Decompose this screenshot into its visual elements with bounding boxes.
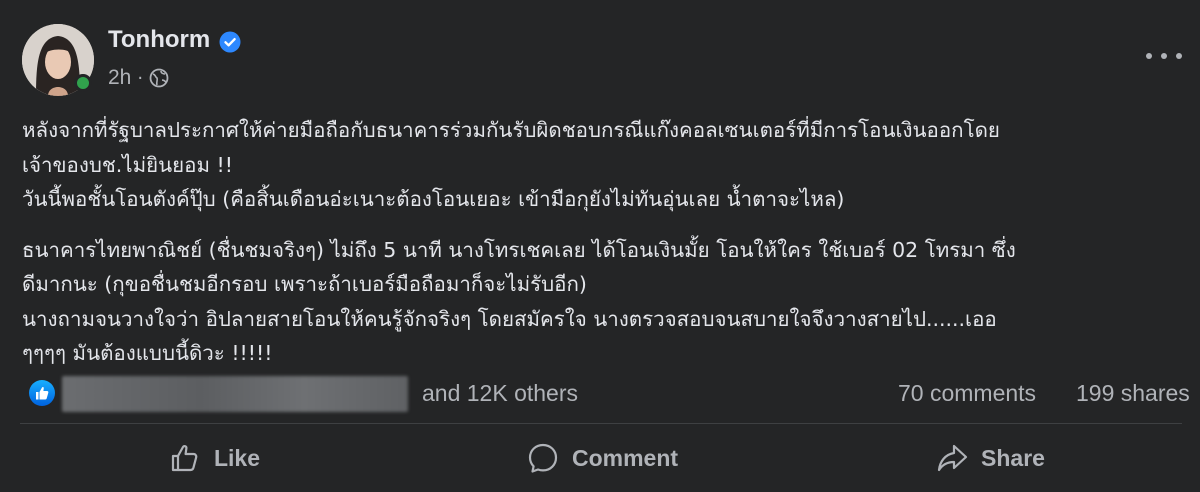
shares-count[interactable]: 199 shares xyxy=(1076,380,1190,407)
divider xyxy=(20,423,1182,424)
comments-count[interactable]: 70 comments xyxy=(898,380,1036,407)
share-label: Share xyxy=(981,444,1045,471)
comment-icon xyxy=(528,443,558,473)
post-text-line: นางถามจนวางใจว่า อิปลายสายโอนให้คนรู้จัก… xyxy=(22,306,997,331)
share-button[interactable]: Share xyxy=(796,432,1184,484)
blurred-reactor-names xyxy=(62,376,408,412)
comment-label: Comment xyxy=(571,444,679,471)
post-text-line: วันนี้พอชั้นโอนตังค์ปุ๊บ (คือสิ้นเดือนอ่… xyxy=(22,187,845,211)
verified-badge-icon xyxy=(219,31,241,53)
globe-icon[interactable] xyxy=(149,68,169,88)
post-meta: 2h · xyxy=(108,66,169,90)
like-reaction-icon[interactable] xyxy=(28,379,56,407)
reaction-count[interactable]: and 12K others xyxy=(422,380,578,407)
like-label: Like xyxy=(213,444,261,471)
like-button[interactable]: Like xyxy=(20,432,408,484)
post-text-line: ธนาคารไทยพาณิชย์ (ชื่นชมจริงๆ) ไม่ถึง 5 … xyxy=(22,237,1016,262)
author-name[interactable]: Tonhorm xyxy=(108,26,210,54)
post-text-line: เจ้าของบช.ไม่ยินยอม !! xyxy=(22,152,233,177)
meta-separator: · xyxy=(137,67,144,89)
post-body: หลังจากที่รัฐบาลประกาศให้ค่ายมือถือกับธน… xyxy=(22,113,1192,371)
post-text-line: ๆๆๆๆ มันต้องแบบนี้ดิวะ !!!!! xyxy=(22,341,273,365)
facebook-post: Tonhorm 2h · หลังจากที่รัฐบาลประกาศให้ค่… xyxy=(0,0,1200,492)
more-options-icon[interactable] xyxy=(1146,44,1182,68)
post-text-line: ดีมากนะ (กุขอชื่นชมอีกรอบ เพราะถ้าเบอร์ม… xyxy=(22,272,587,296)
share-arrow-icon xyxy=(937,444,968,472)
post-text-line: หลังจากที่รัฐบาลประกาศให้ค่ายมือถือกับธน… xyxy=(22,118,1000,142)
post-time[interactable]: 2h xyxy=(108,66,131,90)
comment-button[interactable]: Comment xyxy=(408,432,796,484)
thumbs-up-icon xyxy=(171,445,198,472)
online-status-dot xyxy=(74,74,92,92)
